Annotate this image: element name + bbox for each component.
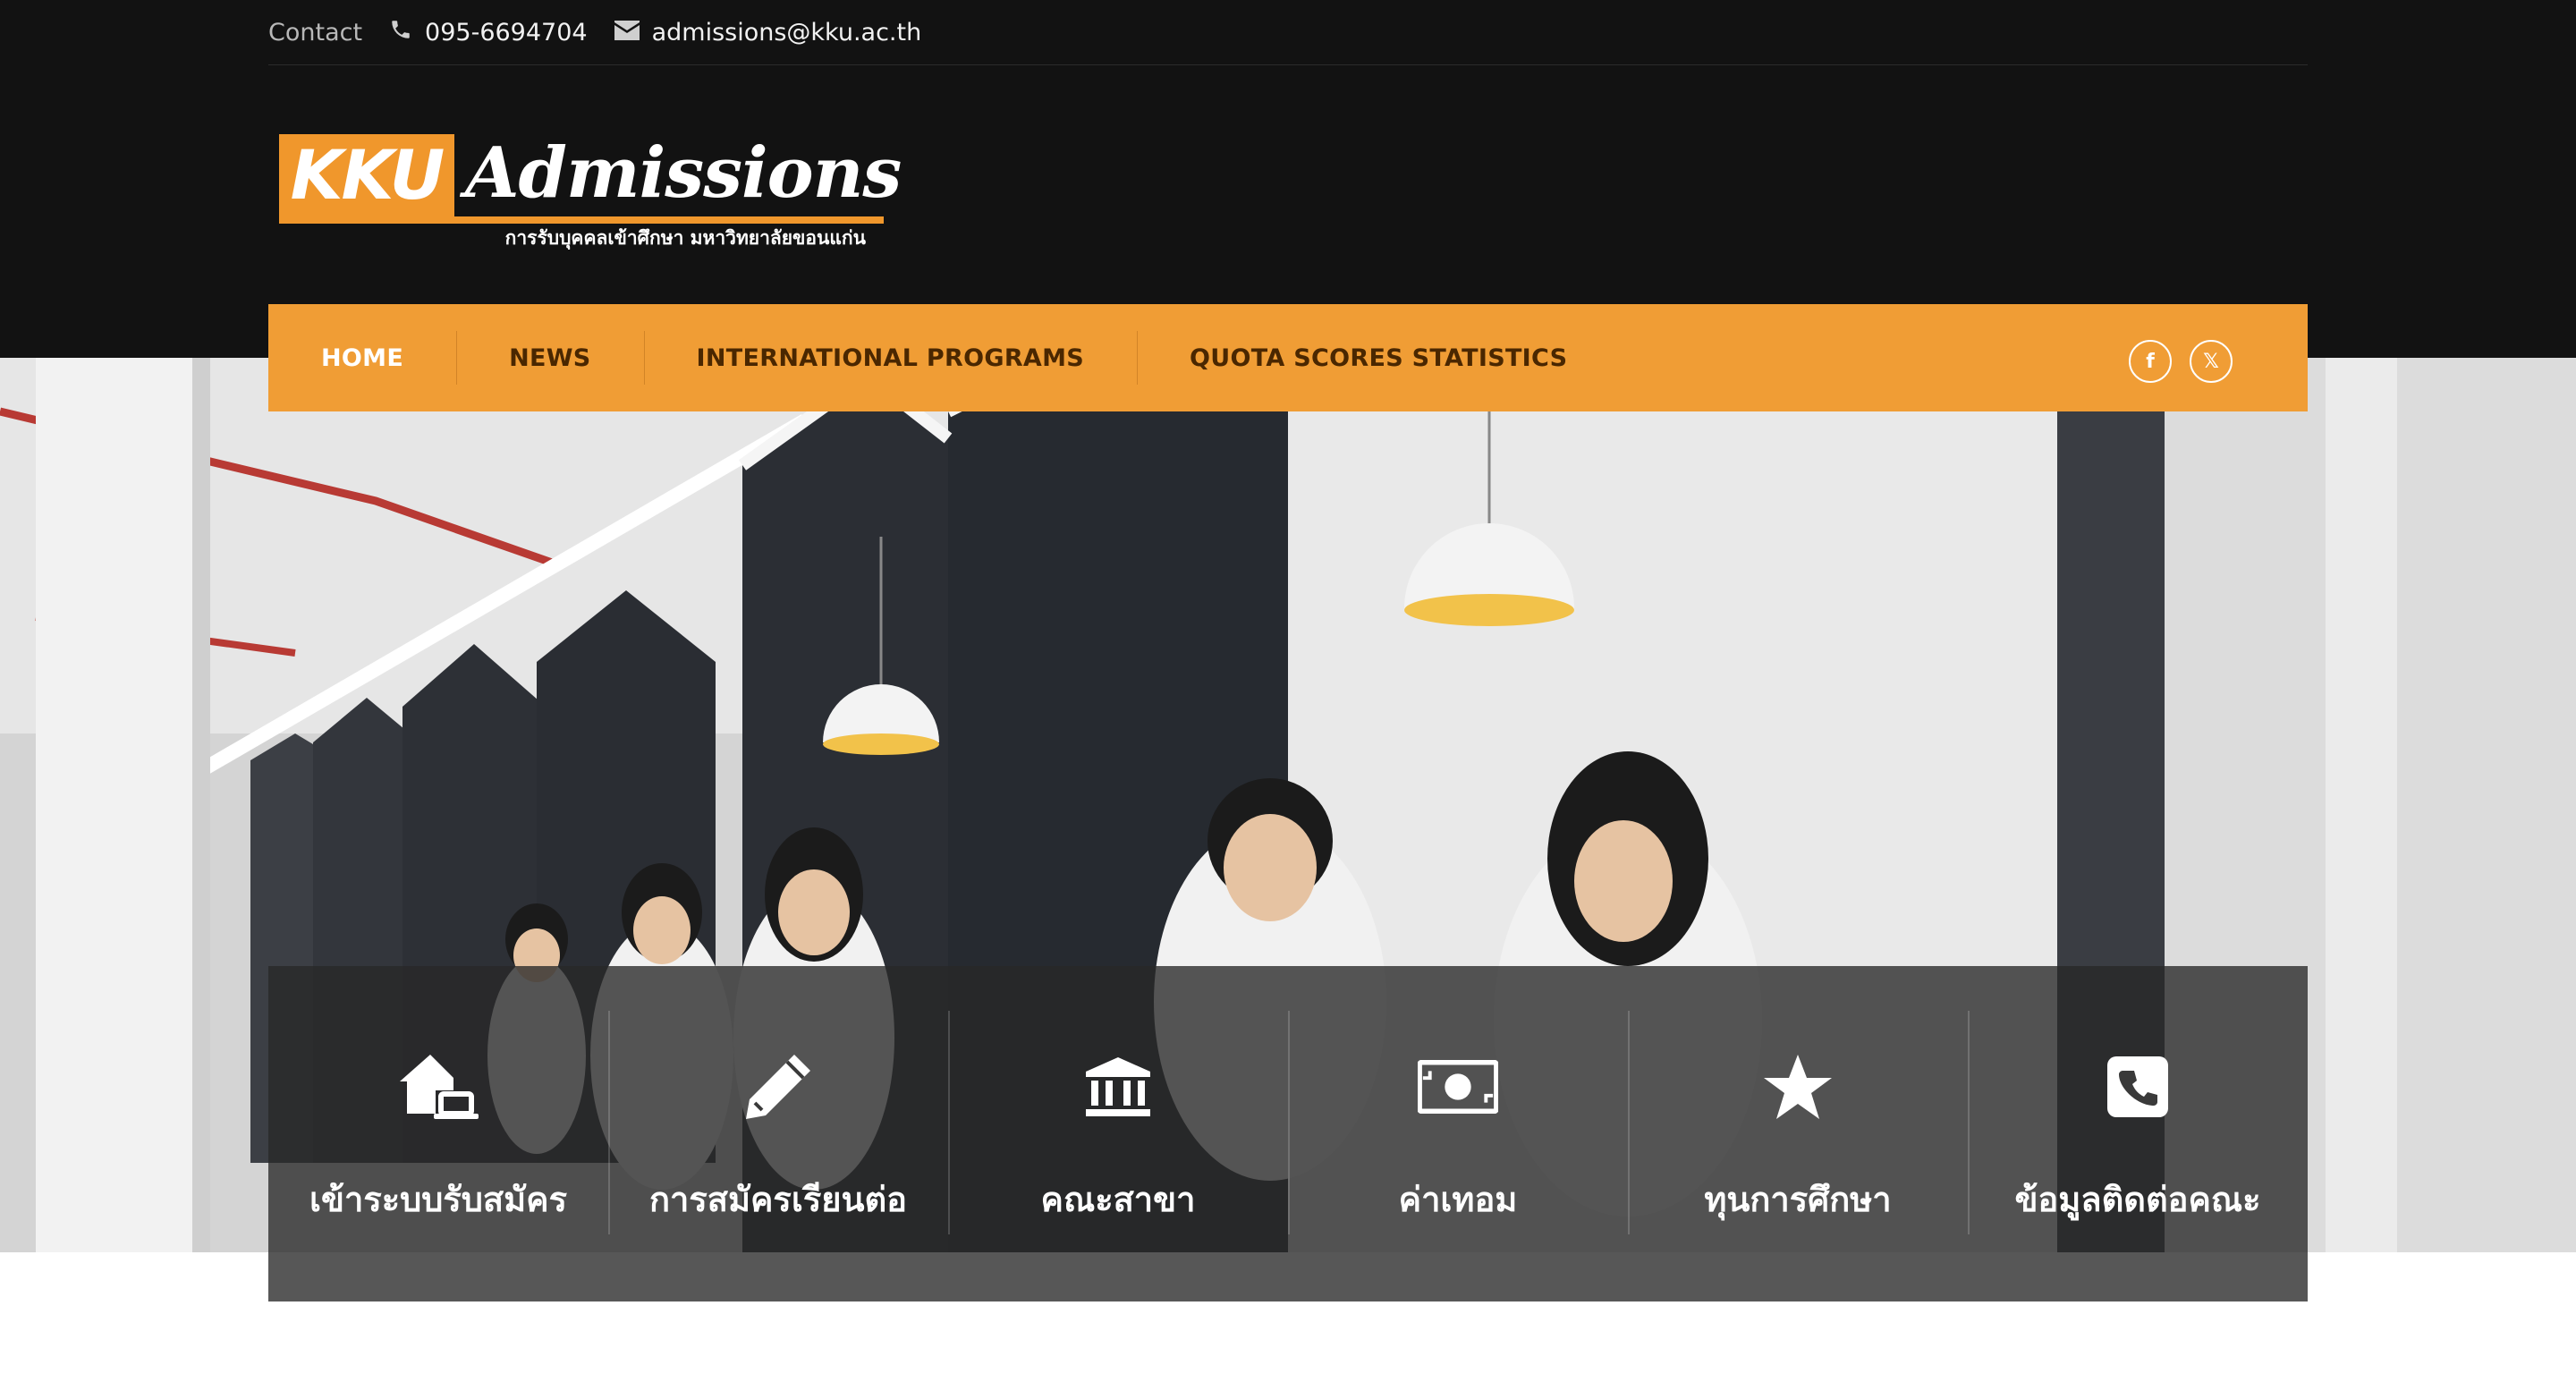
site-logo[interactable]: KKU Admissions การรับบุคคลเข้าศึกษา มหาว…	[279, 132, 902, 249]
nav-quota-scores-statistics-label: QUOTA SCORES STATISTICS	[1190, 343, 1568, 372]
quick-link-label: เข้าระบบรับสมัคร	[309, 1180, 567, 1219]
pencil-icon	[738, 1047, 818, 1127]
money-bill-icon	[1418, 1047, 1498, 1127]
nav-international-programs-label: INTERNATIONAL PROGRAMS	[696, 343, 1085, 372]
quick-link-admission[interactable]: การสมัครเรียนต่อ	[608, 966, 948, 1301]
star-icon	[1758, 1047, 1838, 1127]
logo-title: Admissions	[465, 132, 902, 214]
quick-link-label: คณะสาขา	[1040, 1180, 1196, 1219]
quick-link-faculties[interactable]: คณะสาขา	[948, 966, 1288, 1301]
contact-email[interactable]: admissions@kku.ac.th	[614, 18, 922, 47]
nav-quota-scores-statistics[interactable]: QUOTA SCORES STATISTICS	[1137, 304, 1620, 411]
quick-link-label: การสมัครเรียนต่อ	[649, 1180, 907, 1219]
logo-underline	[279, 216, 884, 224]
quick-link-faculty-contacts[interactable]: ข้อมูลติดต่อคณะ	[1968, 966, 2308, 1301]
house-laptop-icon	[398, 1047, 479, 1127]
nav-international-programs[interactable]: INTERNATIONAL PROGRAMS	[643, 304, 1138, 411]
quick-link-apply-system[interactable]: เข้าระบบรับสมัคร	[268, 966, 608, 1301]
quick-link-tuition[interactable]: ค่าเทอม	[1288, 966, 1628, 1301]
nav-news[interactable]: NEWS	[456, 304, 643, 411]
email-address: admissions@kku.ac.th	[651, 18, 922, 47]
contact-phone[interactable]: 095-6694704	[389, 18, 588, 47]
phone-number: 095-6694704	[425, 18, 588, 47]
quick-link-scholarships[interactable]: ทุนการศึกษา	[1628, 966, 1968, 1301]
contact-label: Contact	[268, 18, 363, 47]
logo-subtitle: การรับบุคคลเข้าศึกษา มหาวิทยาลัยขอนแก่น	[504, 227, 866, 249]
phone-square-icon	[2097, 1047, 2178, 1127]
quick-links-panel: เข้าระบบรับสมัคร การสมัครเรียนต่อ คณะสาข…	[268, 966, 2308, 1301]
social-links: f 𝕏	[2129, 340, 2233, 383]
envelope-icon	[614, 19, 640, 47]
main-nav: HOME NEWS INTERNATIONAL PROGRAMS QUOTA S…	[268, 304, 2308, 411]
contact-bar: Contact 095-6694704 admissions@kku.ac.th	[268, 0, 2308, 65]
phone-icon	[389, 18, 412, 47]
quick-link-label: ทุนการศึกษา	[1704, 1180, 1892, 1219]
logo-brand: KKU	[279, 134, 454, 216]
x-twitter-icon[interactable]: 𝕏	[2190, 340, 2233, 383]
quick-link-label: ข้อมูลติดต่อคณะ	[2014, 1180, 2261, 1219]
nav-home-label: HOME	[321, 343, 404, 372]
building-columns-icon	[1078, 1047, 1158, 1127]
nav-home[interactable]: HOME	[268, 304, 456, 411]
facebook-icon[interactable]: f	[2129, 340, 2172, 383]
quick-link-label: ค่าเทอม	[1398, 1180, 1518, 1219]
nav-news-label: NEWS	[509, 343, 591, 372]
